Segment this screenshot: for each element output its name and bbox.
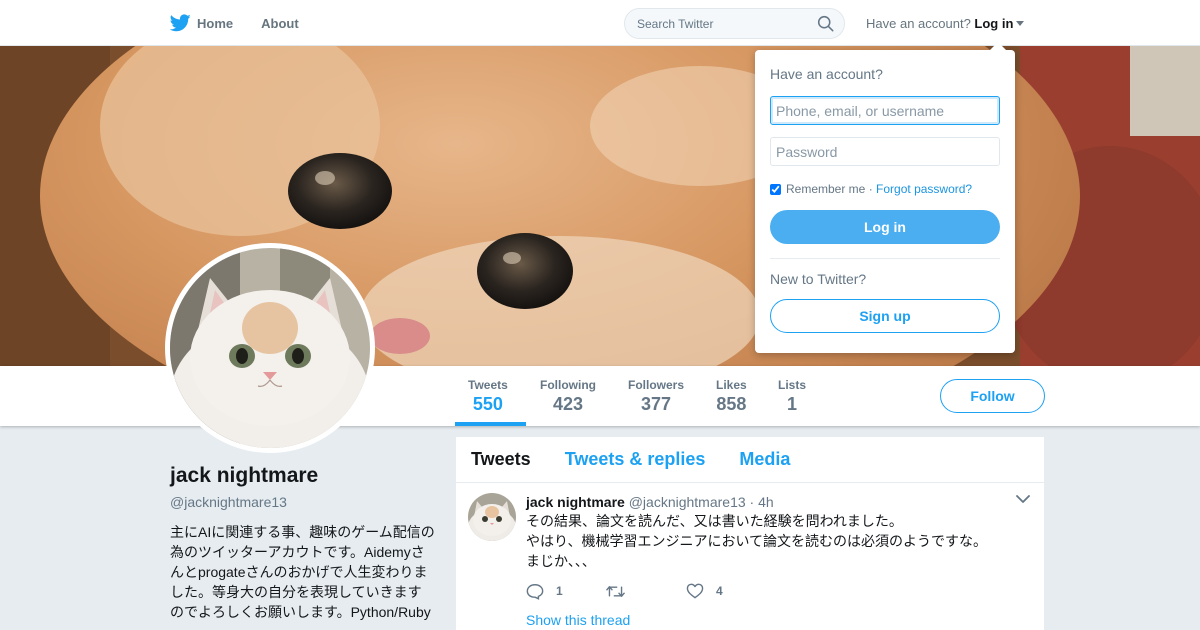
stat-lists-value: 1	[787, 394, 798, 414]
tweet-avatar[interactable]	[468, 493, 516, 541]
search-icon[interactable]	[817, 15, 834, 32]
tweet-text: その結果、論文を読んだ、又は書いた経験を問われました。 やはり、機械学習エンジニ…	[526, 511, 1029, 571]
profile-handle[interactable]: @jacknightmare13	[170, 494, 435, 510]
stat-likes-label: Likes	[716, 378, 747, 392]
stat-followers[interactable]: Followers 377	[628, 378, 684, 415]
password-field[interactable]	[770, 137, 1000, 166]
have-account-prompt: Have an account? Log in	[866, 16, 1025, 31]
nav-home[interactable]: Home	[170, 14, 233, 32]
search-input[interactable]	[637, 16, 817, 31]
tweet-header: jack nightmare @jacknightmare13 · 4h	[526, 494, 1029, 510]
tweet-line: その結果、論文を読んだ、又は書いた経験を問われました。	[526, 513, 903, 529]
remember-me-label[interactable]: Remember me	[786, 182, 865, 196]
reply-count: 1	[556, 584, 563, 598]
remember-me-checkbox[interactable]	[770, 183, 781, 195]
show-thread-link[interactable]: Show this thread	[526, 612, 630, 628]
tab-tweets[interactable]: Tweets	[471, 449, 531, 470]
dropdown-divider	[770, 258, 1000, 259]
tweet-item[interactable]: jack nightmare @jacknightmare13 · 4h その結…	[456, 483, 1044, 630]
stat-lists-label: Lists	[778, 378, 807, 392]
search-box	[624, 8, 845, 39]
stat-tweets[interactable]: Tweets 550	[468, 378, 508, 415]
signup-button[interactable]: Sign up	[770, 299, 1000, 333]
nav-about[interactable]: About	[261, 16, 299, 31]
avatar-image	[170, 248, 370, 448]
heart-icon	[686, 583, 704, 599]
like-button[interactable]: 4	[686, 583, 766, 599]
follow-button[interactable]: Follow	[940, 379, 1045, 413]
twitter-bird-icon	[170, 14, 191, 32]
dropdown-pointer	[990, 42, 1006, 50]
nav-home-label: Home	[197, 15, 234, 31]
profile-name[interactable]: jack nightmare	[170, 464, 435, 488]
reply-icon	[526, 583, 544, 600]
stat-tweets-label: Tweets	[468, 378, 508, 392]
stat-following[interactable]: Following 423	[540, 378, 596, 415]
stat-following-value: 423	[552, 394, 584, 414]
tweet-actions: 1 4	[526, 581, 1029, 601]
tweet-timestamp[interactable]: 4h	[758, 494, 774, 510]
retweet-icon	[606, 585, 625, 597]
new-to-twitter-text: New to Twitter?	[770, 271, 867, 287]
tab-tweets-and-replies[interactable]: Tweets & replies	[565, 449, 706, 470]
tweet-line: まじか、、、	[526, 553, 596, 569]
username-field[interactable]	[770, 96, 1000, 125]
stat-lists[interactable]: Lists 1	[778, 378, 806, 415]
forgot-password-link[interactable]: Forgot password?	[876, 182, 972, 196]
retweet-button[interactable]	[606, 584, 686, 599]
chevron-down-icon[interactable]	[1016, 495, 1030, 504]
tweet-author-handle[interactable]: @jacknightmare13	[629, 494, 746, 510]
tweet-line: やはり、機械学習エンジニアにおいて論文を読むのは必須のようですな。	[526, 533, 988, 549]
profile-description: 主にAIに関連する事、趣味のゲーム配信の為のツイッターアカウトです。Aidemy…	[170, 524, 435, 620]
active-stat-underline	[455, 422, 526, 426]
login-dropdown-title: Have an account?	[770, 66, 883, 82]
login-dropdown-toggle[interactable]: Log in	[974, 16, 1025, 31]
tab-media[interactable]: Media	[739, 449, 790, 470]
stat-likes[interactable]: Likes 858	[716, 378, 747, 415]
remember-separator: ·	[868, 182, 873, 196]
like-count: 4	[716, 584, 723, 598]
timeline-tabs: Tweets Tweets & replies Media	[456, 437, 1044, 483]
stat-followers-label: Followers	[628, 378, 685, 392]
stat-tweets-value: 550	[472, 394, 503, 414]
nav-links: Home About	[170, 0, 327, 46]
login-toggle-label: Log in	[974, 16, 1014, 31]
reply-button[interactable]: 1	[526, 583, 606, 600]
profile-bio-section: jack nightmare @jacknightmare13 主にAIに関連す…	[170, 460, 435, 622]
stat-followers-value: 377	[640, 394, 672, 414]
remember-row: Remember me · Forgot password?	[770, 182, 1000, 196]
login-button[interactable]: Log in	[770, 210, 1000, 244]
nav-about-label: About	[261, 15, 299, 31]
top-navigation-bar: Home About Have an account? Log in	[0, 0, 1200, 46]
caret-down-icon	[1016, 21, 1025, 26]
profile-avatar[interactable]	[165, 243, 375, 453]
timeline: Tweets Tweets & replies Media jack night…	[456, 437, 1044, 630]
have-account-text: Have an account?	[866, 16, 971, 31]
login-dropdown: Have an account? Remember me · Forgot pa…	[755, 50, 1015, 353]
tweet-author-name[interactable]: jack nightmare	[526, 494, 625, 510]
stat-following-label: Following	[540, 378, 596, 392]
tweet-separator: ·	[749, 494, 755, 510]
stat-likes-value: 858	[716, 394, 747, 414]
